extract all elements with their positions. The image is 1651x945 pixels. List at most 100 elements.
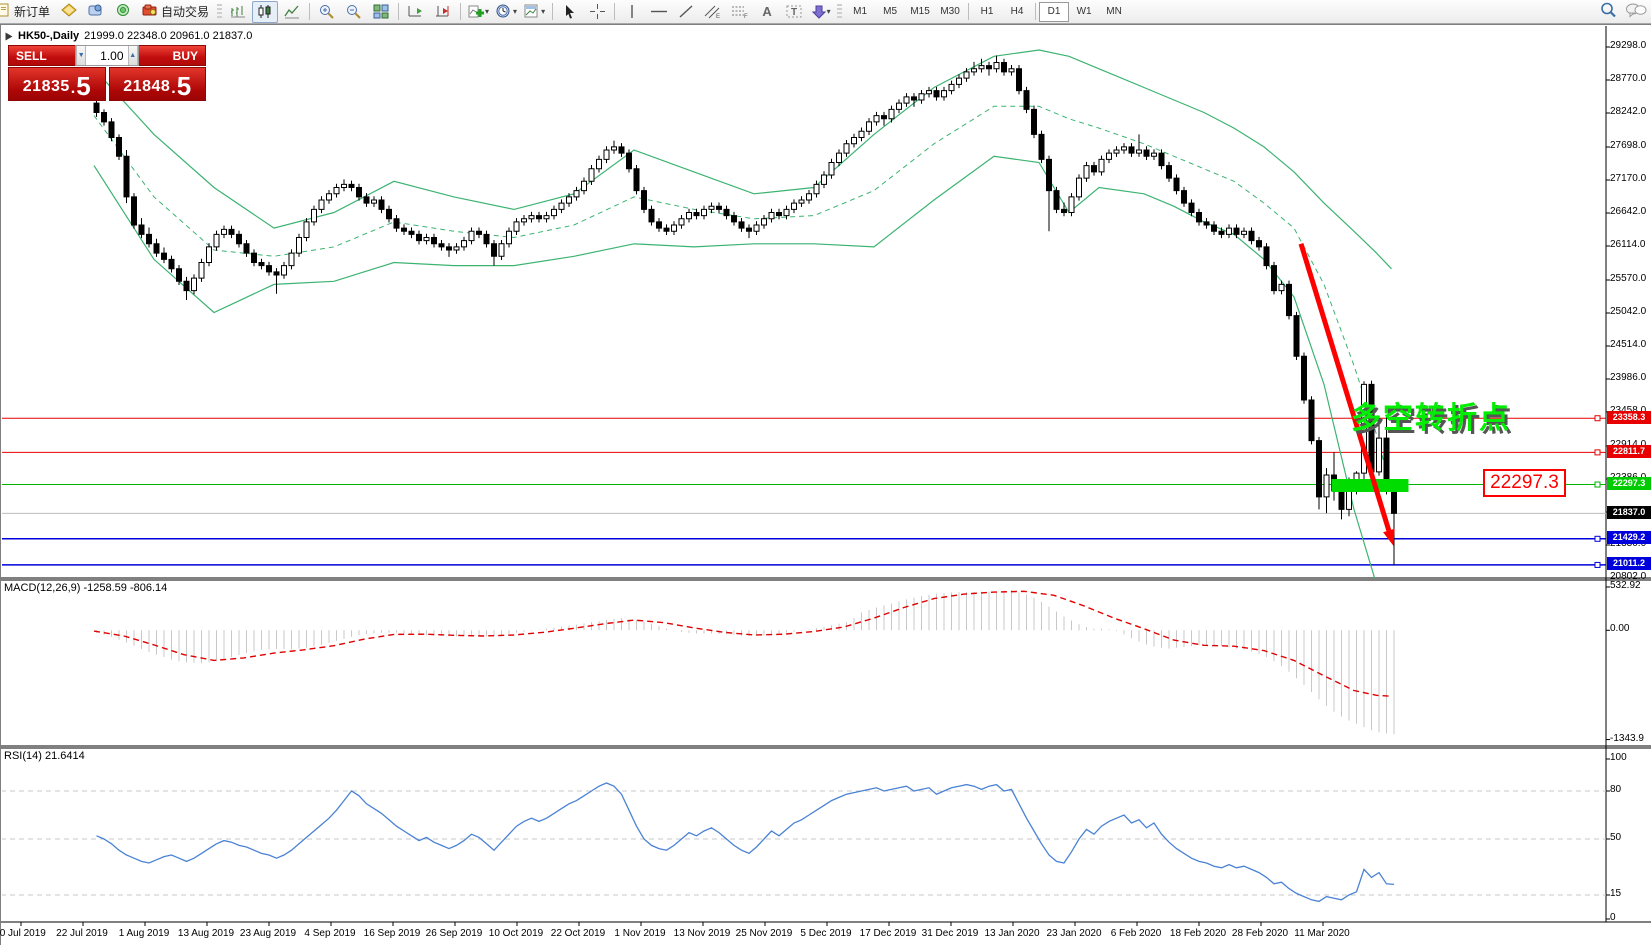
candle-body <box>447 247 452 250</box>
tab-timeframe-H4[interactable]: H4 <box>1002 2 1032 22</box>
sell-price-display[interactable]: 21835.5 <box>8 67 106 101</box>
date-tick-label: 26 Sep 2019 <box>426 928 483 939</box>
candle-body <box>777 213 782 216</box>
chart-shift-button[interactable] <box>430 1 456 23</box>
candle-body <box>559 203 564 209</box>
trendline-tool-button[interactable] <box>673 1 699 23</box>
indicators-button[interactable]: ▾ <box>465 1 492 23</box>
candle-body <box>1084 166 1089 179</box>
market-watch-button[interactable] <box>56 1 82 23</box>
crosshair-tool-button[interactable] <box>584 1 610 23</box>
templates-button[interactable]: ▾ <box>521 1 548 23</box>
tab-timeframe-D1[interactable]: D1 <box>1039 2 1069 22</box>
tile-windows-button[interactable] <box>368 1 394 23</box>
tab-timeframe-M1[interactable]: M1 <box>845 2 875 22</box>
arrows-tool-button[interactable]: ▾ <box>808 1 834 23</box>
auto-scroll-button[interactable] <box>403 1 429 23</box>
rsi-tick-label: 50 <box>1610 833 1621 843</box>
candle-body <box>949 84 954 90</box>
candle-body <box>769 213 774 219</box>
tab-timeframe-M5[interactable]: M5 <box>875 2 905 22</box>
horizontal-line-tool-button[interactable] <box>646 1 672 23</box>
periods-button[interactable]: ▾ <box>493 1 520 23</box>
buy-button[interactable]: BUY <box>139 45 206 66</box>
candle-body <box>889 109 894 118</box>
sell-button[interactable]: SELL <box>8 45 75 66</box>
candle-body <box>357 188 362 197</box>
candle-body <box>1047 159 1052 190</box>
candle-body <box>874 116 879 122</box>
candle-body <box>837 153 842 162</box>
bar-chart-button[interactable] <box>225 1 251 23</box>
candle-body <box>267 266 272 272</box>
volume-increase-button[interactable]: ▲ <box>128 46 138 65</box>
candle-body <box>522 219 527 222</box>
vertical-line-tool-button[interactable] <box>619 1 645 23</box>
toolbar-grip <box>837 4 842 20</box>
candle-body <box>694 213 699 216</box>
candle-body <box>334 188 339 194</box>
candle-body <box>1287 284 1292 315</box>
data-window-button[interactable] <box>83 1 109 23</box>
autotrading-button[interactable]: 自动交易 <box>137 1 214 23</box>
buy-price-display[interactable]: 21848.5 <box>109 67 207 101</box>
date-tick-label: 18 Feb 2020 <box>1170 928 1226 939</box>
text-tool-button[interactable]: A <box>754 1 780 23</box>
price-badge-21429.2: 21429.2 <box>1607 531 1651 544</box>
text-label-tool-button[interactable]: T <box>781 1 807 23</box>
candle-body <box>919 94 924 100</box>
turning-point-annotation[interactable]: 多空转折点 <box>1351 393 1511 437</box>
price-tick-label: 23986.0 <box>1610 373 1646 383</box>
candle-body <box>1227 228 1232 234</box>
candle-body <box>379 200 384 209</box>
toolbar-separator <box>460 3 461 20</box>
candle-body <box>807 194 812 200</box>
sell-price-frac: 5 <box>76 74 90 98</box>
chart-window[interactable] <box>0 24 1651 945</box>
line-chart-button[interactable] <box>279 1 305 23</box>
chart-canvas[interactable] <box>1 25 1651 945</box>
chat-icon[interactable] <box>1625 2 1647 21</box>
candle-body <box>259 263 264 266</box>
tab-timeframe-MN[interactable]: MN <box>1099 2 1129 22</box>
tab-timeframe-H1[interactable]: H1 <box>972 2 1002 22</box>
tab-timeframe-M15[interactable]: M15 <box>905 2 935 22</box>
candle-body <box>642 191 647 210</box>
candle-body <box>1219 231 1224 234</box>
zoom-out-button[interactable] <box>341 1 367 23</box>
price-tag-label[interactable]: 22297.3 <box>1483 469 1566 497</box>
cursor-tool-button[interactable] <box>557 1 583 23</box>
candle-body <box>1114 150 1119 153</box>
volume-decrease-button[interactable]: ▼ <box>76 46 86 65</box>
new-order-button[interactable]: 新订单 <box>0 1 55 23</box>
timeframe-toolbar: M1M5M15M30 H1H4 D1W1MN <box>845 2 1129 22</box>
candle-body <box>1234 228 1239 234</box>
candle-body <box>342 184 347 187</box>
candle-body <box>1077 178 1082 197</box>
date-tick-label: 25 Nov 2019 <box>736 928 793 939</box>
candle-body <box>859 131 864 137</box>
date-tick-label: 23 Aug 2019 <box>240 928 296 939</box>
candle-body <box>574 191 579 197</box>
price-tick-label: 25042.0 <box>1610 307 1646 317</box>
candle-body <box>244 244 249 253</box>
zoom-in-button[interactable] <box>314 1 340 23</box>
equidistant-channel-tool-button[interactable]: E <box>700 1 726 23</box>
candle-body <box>154 244 159 253</box>
candle-body <box>994 63 999 69</box>
one-click-trading-panel: SELL ▼ ▲ BUY 21835.5 21848.5 <box>8 45 206 101</box>
tab-timeframe-M30[interactable]: M30 <box>935 2 965 22</box>
search-icon[interactable] <box>1600 2 1617 21</box>
tab-timeframe-W1[interactable]: W1 <box>1069 2 1099 22</box>
candle-body <box>1279 284 1284 290</box>
candle-body <box>1204 222 1209 225</box>
candle-body <box>492 244 497 257</box>
navigator-button[interactable] <box>110 1 136 23</box>
candlestick-chart-button[interactable] <box>252 1 278 23</box>
candle-body <box>312 209 317 222</box>
fibonacci-tool-button[interactable]: F <box>727 1 753 23</box>
price-badge-22297.3: 22297.3 <box>1607 477 1651 490</box>
volume-input[interactable] <box>86 46 127 65</box>
candle-body <box>1272 266 1277 291</box>
support-zone-rectangle[interactable] <box>1332 479 1409 492</box>
